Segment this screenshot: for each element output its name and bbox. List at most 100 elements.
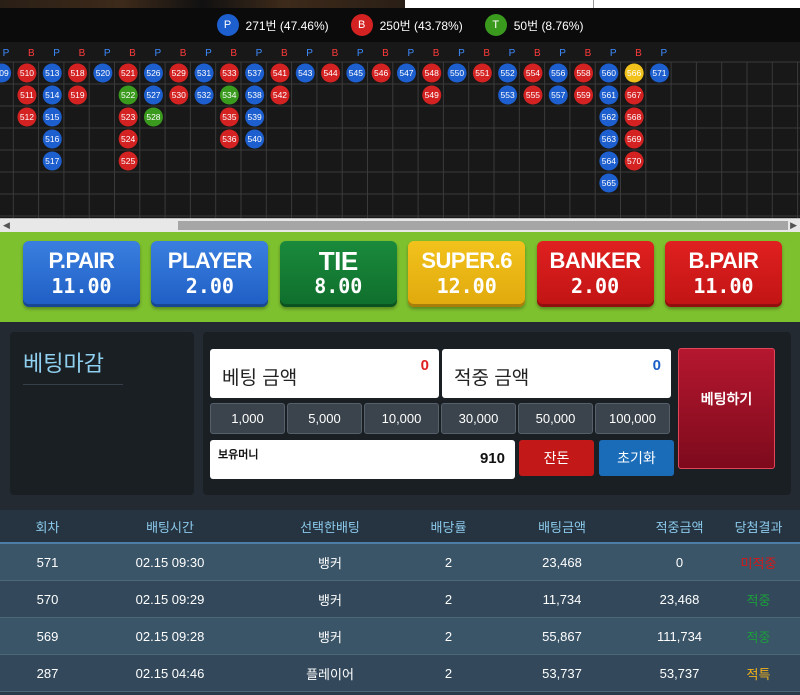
bead-road-grid[interactable]: P B P B P B P B P B P B P B P B P B P B P B P B P B P 509 510 511 512 5… [0,42,800,218]
road-header-letter: B [382,48,389,59]
road-scrollbar[interactable]: ◀ ▶ [0,218,800,232]
road-header-letter: B [483,48,490,59]
cell-result: 적중 [746,592,771,608]
cell-win: 0 [675,554,684,570]
cell-choice: 플레이어 [306,666,354,682]
player-stat-text: 271번 (47.46%) [245,18,329,33]
cell-result: 적중 [746,629,771,645]
road-header-letter: P [407,48,414,59]
road-header-letter: P [256,48,263,59]
road-bead-label: 511 [20,90,34,100]
place-bet-button[interactable]: 베팅하기 [678,348,775,469]
chip-button-100000[interactable]: 100,000 [595,403,670,434]
scroll-right-icon[interactable]: ▶ [790,220,797,231]
cell-odds: 2 [444,591,453,607]
bet-option-player-pair[interactable]: P.PAIR 11.00 [23,241,140,307]
road-bead-label: 520 [96,68,110,78]
road-bead-label: 565 [602,178,616,188]
top-strip [0,0,800,8]
cell-round: 287 [36,665,59,681]
road-header-letter: P [104,48,111,59]
cell-odds: 2 [444,554,453,570]
road-bead-label: 532 [197,90,211,100]
cell-time: 02.15 09:30 [135,554,205,570]
chip-button-5000[interactable]: 5,000 [287,403,362,434]
table-body: 571 02.15 09:30 뱅커 2 23,468 0 미적중 570 02… [0,544,800,692]
header-choice: 선택한배팅 [300,519,360,535]
road-header-letter: P [559,48,566,59]
road-bead-label: 562 [602,112,616,122]
bet-option-rate: 12.00 [436,274,497,298]
road-bead-label: 516 [45,134,59,144]
result-stats-bar: P 271번 (47.46%) B 250번 (43.78%) T 50번 (8… [0,8,800,42]
road-header-letter: B [28,48,35,59]
cell-bet: 11,734 [542,591,582,607]
road-header-letter: P [357,48,364,59]
road-header-letter: B [585,48,592,59]
bet-option-banker-pair[interactable]: B.PAIR 11.00 [664,241,782,307]
road-bead-label: 527 [146,90,160,100]
live-video-feed [0,0,405,8]
chip-button-1000[interactable]: 1,000 [210,403,285,434]
table-row: 569 02.15 09:28 뱅커 2 55,867 111,734 적중 [0,618,800,655]
road-bead-label: 537 [248,68,262,78]
road-bead-label: 513 [45,68,59,78]
change-button[interactable]: 잔돈 [519,440,594,476]
road-bead-label: 552 [501,68,515,78]
bet-option-banker[interactable]: BANKER 2.00 [536,241,654,307]
road-bead-label: 560 [602,68,616,78]
road-header-letter: B [129,48,136,59]
scroll-left-icon[interactable]: ◀ [3,220,10,231]
chip-button-10000[interactable]: 10,000 [364,403,439,434]
tie-stat-text: 50번 (8.76%) [513,18,584,33]
table-row: 287 02.15 04:46 플레이어 2 53,737 53,737 적특 [0,655,800,692]
road-header-letter: P [3,48,10,59]
cell-choice: 뱅커 [318,629,342,645]
chip-button-50000[interactable]: 50,000 [518,403,593,434]
road-bead-label: 521 [121,68,135,78]
header-result: 당첨결과 [734,519,783,535]
header-odds: 배당률 [430,519,467,535]
cell-round: 570 [36,591,59,607]
scroll-thumb[interactable] [178,221,788,230]
road-bead-label: 534 [222,90,236,100]
road-header-letter: P [53,48,60,59]
road-header-letter: P [306,48,313,59]
road-header-letter: B [180,48,187,59]
road-bead-label: 554 [526,68,540,78]
bet-option-rate: 2.00 [570,274,620,298]
cell-time: 02.15 04:46 [135,665,205,681]
road-bead-label: 545 [349,68,363,78]
road-bead-label: 563 [602,134,616,144]
banker-stat-dot: B [350,14,373,36]
road-header-letter: P [154,48,161,59]
cell-time: 02.15 09:29 [135,591,205,607]
bet-amount-field[interactable]: 베팅 금액 0 [210,349,439,398]
bet-option-super6[interactable]: SUPER.6 12.00 [408,241,526,307]
cell-bet: 55,867 [542,628,582,644]
road-bead-label: 531 [197,68,211,78]
road-bead-label: 568 [627,112,641,122]
chip-button-30000[interactable]: 30,000 [441,403,516,434]
betting-panel: 베팅마감 베팅 금액 0 적중 금액 0 베팅하기 1,000 5,000 10… [0,322,800,510]
cell-round: 569 [36,628,59,644]
road-bead-label: 512 [20,112,34,122]
bet-option-player[interactable]: PLAYER 2.00 [151,241,269,307]
bet-option-name: SUPER.6 [421,248,512,273]
reset-button[interactable]: 초기화 [599,440,674,476]
bet-option-name: BANKER [549,248,642,273]
player-stat-dot: P [216,14,239,36]
road-bead-label: 522 [121,90,135,100]
banker-stat: B 250번 (43.78%) [350,14,463,36]
cell-bet: 23,468 [542,554,582,570]
road-header-letter: B [534,48,541,59]
player-stat: P 271번 (47.46%) [216,14,329,36]
header-time: 배팅시간 [146,519,194,535]
betting-closed-title: 베팅마감 [23,346,123,385]
bet-option-tie[interactable]: TIE 8.00 [279,241,397,307]
road-bead-label: 510 [20,68,34,78]
road-bead-label: 530 [172,90,186,100]
road-bead-label: 519 [70,90,84,100]
bet-form: 베팅 금액 0 적중 금액 0 베팅하기 1,000 5,000 10,000 … [203,332,791,495]
bet-option-rate: 2.00 [185,274,234,298]
